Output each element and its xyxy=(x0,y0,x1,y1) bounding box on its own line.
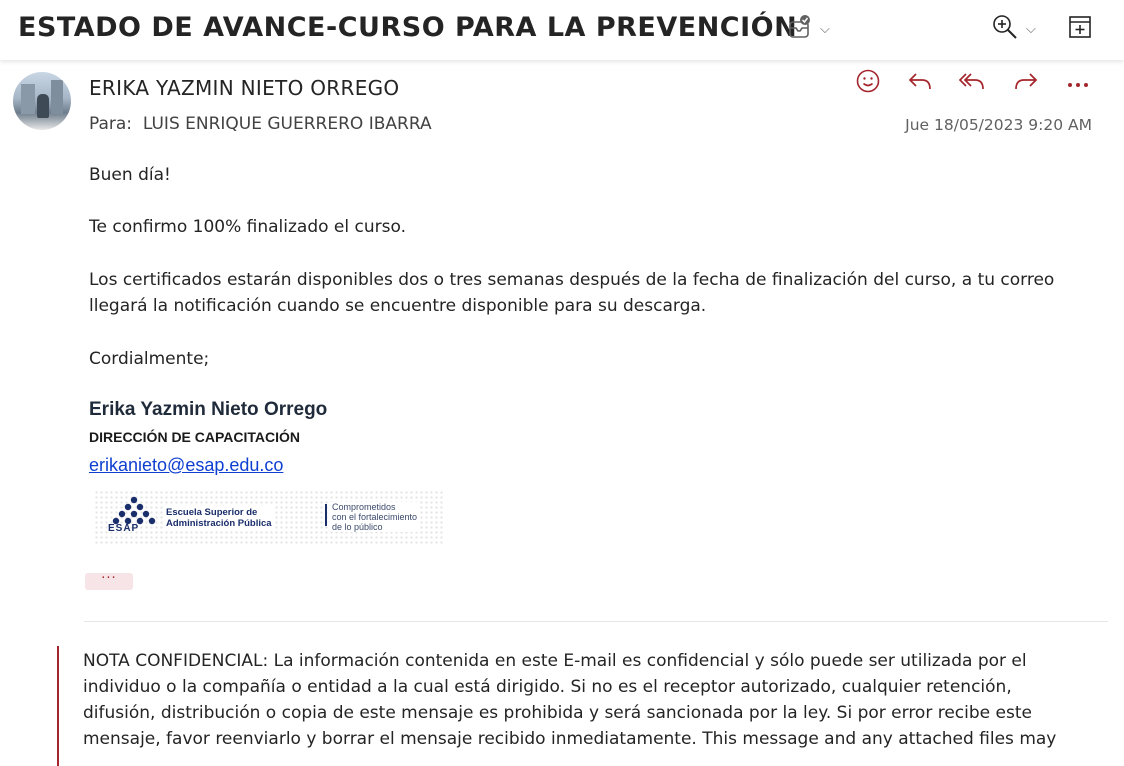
body-greeting: Buen día! xyxy=(89,165,171,185)
body-paragraph-line: llegará la notificación cuando se encuen… xyxy=(89,296,707,316)
confidential-note-line: difusión, distribución o copia de este m… xyxy=(83,703,1032,723)
signature-email-link[interactable]: erikanieto@esap.edu.co xyxy=(89,455,283,476)
esap-institution-name: Escuela Superior de Administración Públi… xyxy=(164,506,274,530)
more-actions-button[interactable] xyxy=(1064,70,1092,96)
quote-bar xyxy=(57,646,59,766)
esap-name-line: Administración Pública xyxy=(166,518,272,529)
forward-button[interactable] xyxy=(1012,70,1040,96)
avatar-photo-building xyxy=(51,80,63,114)
signature-name: Erika Yazmin Nieto Orrego xyxy=(89,399,328,420)
avatar[interactable] xyxy=(13,72,71,130)
body-paragraph-line: Los certificados estarán disponibles dos… xyxy=(89,270,1055,290)
mail-check-icon xyxy=(788,14,812,44)
esap-signature-banner: ESAP Escuela Superior de Administración … xyxy=(94,490,444,546)
confidential-note-line: individuo o la compañía o entidad a la c… xyxy=(83,677,1012,697)
esap-name-line: Escuela Superior de xyxy=(166,507,258,518)
slogan-line: de lo público xyxy=(332,522,383,532)
email-subject: ESTADO DE AVANCE-CURSO PARA LA PREVENCIÓ… xyxy=(18,12,798,43)
open-new-window-icon xyxy=(1069,16,1091,42)
avatar-photo-person xyxy=(37,94,49,118)
body-closing: Cordialmente; xyxy=(89,349,210,369)
zoom-in-icon xyxy=(992,14,1018,44)
subject-bar: ESTADO DE AVANCE-CURSO PARA LA PREVENCIÓ… xyxy=(0,0,1124,60)
emoji-reaction-button[interactable] xyxy=(854,68,882,98)
banner-divider xyxy=(325,504,327,526)
recipient-line: Para: LUIS ENRIQUE GUERRERO IBARRA xyxy=(89,114,432,134)
chevron-down-icon: ⌵ xyxy=(820,21,830,37)
forward-icon xyxy=(1013,70,1039,96)
signature-department: DIRECCIÓN DE CAPACITACIÓN xyxy=(89,429,301,445)
recipient-name[interactable]: LUIS ENRIQUE GUERRERO IBARRA xyxy=(143,114,432,134)
esap-slogan: Comprometidos con el fortalecimiento de … xyxy=(330,502,420,532)
reply-icon xyxy=(907,70,933,96)
mail-check-button[interactable]: ⌵ xyxy=(788,14,830,44)
avatar-photo-building xyxy=(21,84,35,114)
slogan-line: con el fortalecimiento xyxy=(332,512,418,522)
confidential-note: NOTA CONFIDENCIAL: La información conten… xyxy=(83,648,1083,752)
show-trimmed-content-button[interactable]: ··· xyxy=(85,572,133,590)
chevron-down-icon: ⌵ xyxy=(1026,21,1036,37)
more-icon xyxy=(1066,74,1090,93)
zoom-button[interactable]: ⌵ xyxy=(992,14,1036,44)
confidential-note-line: NOTA CONFIDENCIAL: La información conten… xyxy=(83,651,1027,671)
esap-acronym: ESAP xyxy=(108,523,140,534)
slogan-line: Comprometidos xyxy=(332,502,396,512)
reply-all-icon xyxy=(958,70,986,96)
to-label: Para: xyxy=(89,114,133,134)
message-date: Jue 18/05/2023 9:20 AM xyxy=(905,116,1092,134)
sender-name[interactable]: ERIKA YAZMIN NIETO ORREGO xyxy=(89,76,399,100)
body-line: Te confirmo 100% finalizado el curso. xyxy=(89,217,406,237)
reply-all-button[interactable] xyxy=(958,70,986,96)
open-in-new-window-button[interactable] xyxy=(1069,16,1091,42)
esap-logo-icon xyxy=(112,496,156,525)
emoji-icon xyxy=(855,68,881,98)
reply-button[interactable] xyxy=(906,70,934,96)
confidential-note-line: mensaje, favor reenviarlo y borrar el me… xyxy=(83,729,1057,749)
divider xyxy=(84,621,1108,622)
